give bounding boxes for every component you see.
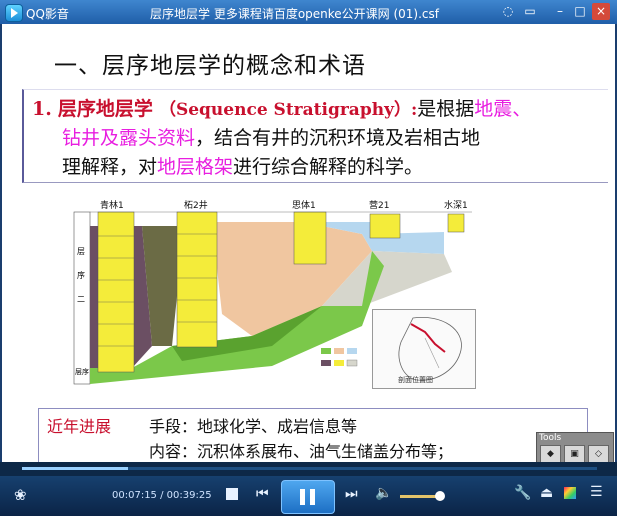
eject-icon[interactable]: ⏏ (540, 485, 553, 501)
tool-capture-icon[interactable]: ▣ (564, 445, 585, 463)
progress-content: 内容：沉积体系展布、油气生储盖分布等； (149, 442, 454, 461)
progress-methods: 手段：地球化学、成岩信息等 (149, 417, 358, 436)
definition-number: 1. (32, 98, 52, 120)
tool-pointer-icon[interactable]: ◆ (540, 445, 561, 463)
diagram-legend (321, 348, 358, 367)
skin-icon[interactable]: ▭ (521, 3, 539, 20)
highlight-framework: 地层格架 (157, 156, 234, 178)
previous-icon[interactable]: ⏮ (256, 486, 269, 502)
close-button[interactable]: × (592, 3, 610, 20)
definition-text-3a: 理解释，对 (62, 156, 158, 178)
axis-label-1: 层 (77, 247, 85, 256)
seek-progress (22, 467, 128, 470)
map-caption: 剖面位置图 (398, 376, 433, 384)
app-name: QQ影音 (26, 7, 69, 21)
definition-line-1: 1. 层序地层学 （Sequence Stratigraphy）:是根据地震、 (32, 94, 531, 121)
definition-text-3b: 进行综合解释的科学。 (233, 156, 424, 178)
well-label-3: 思体1 (292, 199, 316, 211)
title-bar[interactable]: QQ影音 层序地层学 更多课程请百度openke公开课网 (01).csf ◌ … (0, 0, 617, 24)
recent-progress-box: 近年进展 手段：地球化学、成岩信息等 内容：沉积体系展布、油气生储盖分布等； (38, 408, 588, 462)
highlight-well-data: 钻井及露头资料 (62, 127, 196, 149)
definition-text-1: 是根据 (417, 98, 475, 120)
playback-time: 00:07:15 / 00:39:25 (112, 490, 212, 501)
volume-knob[interactable] (434, 491, 445, 501)
slide-heading: 一、层序地层学的概念和术语 (54, 53, 366, 79)
definition-line-3: 理解释，对地层格架进行综合解释的科学。 (62, 152, 423, 179)
settings-wrench-icon[interactable]: 🔧 (514, 485, 531, 501)
player-controls: ❀ 00:07:15 / 00:39:25 ⏮ ⏭ 🔈 🔧 ⏏ ☰ (0, 476, 617, 516)
playlist-icon[interactable]: ☰ (590, 484, 603, 500)
well-label-4: 营21 (369, 199, 389, 211)
tools-panel[interactable]: Tools ◆ ▣ ◇ (536, 432, 614, 466)
skin-palette-icon[interactable] (564, 487, 576, 499)
stop-icon[interactable] (226, 488, 238, 500)
footprint-icon[interactable]: ❀ (14, 486, 27, 504)
seek-track[interactable] (22, 467, 597, 470)
well-label-2: 柘2井 (184, 199, 208, 211)
volume-slider[interactable] (400, 491, 445, 501)
definition-text-2: ，结合有井的沉积环境及岩相古地 (195, 127, 481, 149)
volume-icon[interactable]: 🔈 (375, 485, 392, 501)
pause-button[interactable] (281, 480, 335, 514)
definition-term: 层序地层学 (57, 98, 153, 120)
volume-level (400, 495, 440, 498)
axis-label-4: 层序 (75, 367, 89, 376)
definition-line-2: 钻井及露头资料，结合有井的沉积环境及岩相古地 (62, 123, 480, 150)
mini-mode-icon[interactable]: ◌ (499, 3, 517, 20)
maximize-button[interactable]: □ (571, 3, 589, 20)
window-title: 层序地层学 更多课程请百度openke公开课网 (01).csf (150, 7, 440, 21)
well-label-1: 青林1 (100, 199, 124, 211)
recent-progress-label: 近年进展 (47, 417, 112, 436)
tools-title: Tools (539, 433, 562, 443)
tool-eraser-icon[interactable]: ◇ (588, 445, 609, 463)
pause-icon (300, 489, 305, 505)
minimize-button[interactable]: – (551, 3, 569, 20)
seek-bar[interactable] (0, 462, 617, 476)
qq-player-logo-icon (5, 4, 23, 22)
axis-label-3: 二 (77, 295, 85, 304)
axis-label-2: 序 (77, 270, 85, 280)
definition-term-en: （Sequence Stratigraphy）: (158, 100, 418, 120)
well-label-5: 水深1 (444, 199, 468, 211)
next-icon[interactable]: ⏭ (345, 486, 358, 502)
pause-icon-bar (310, 489, 315, 505)
definition-box: 1. 层序地层学 （Sequence Stratigraphy）:是根据地震、 … (22, 89, 608, 183)
video-frame[interactable]: 一、层序地层学的概念和术语 1. 层序地层学 （Sequence Stratig… (2, 24, 615, 462)
highlight-seismic: 地震、 (474, 98, 532, 120)
